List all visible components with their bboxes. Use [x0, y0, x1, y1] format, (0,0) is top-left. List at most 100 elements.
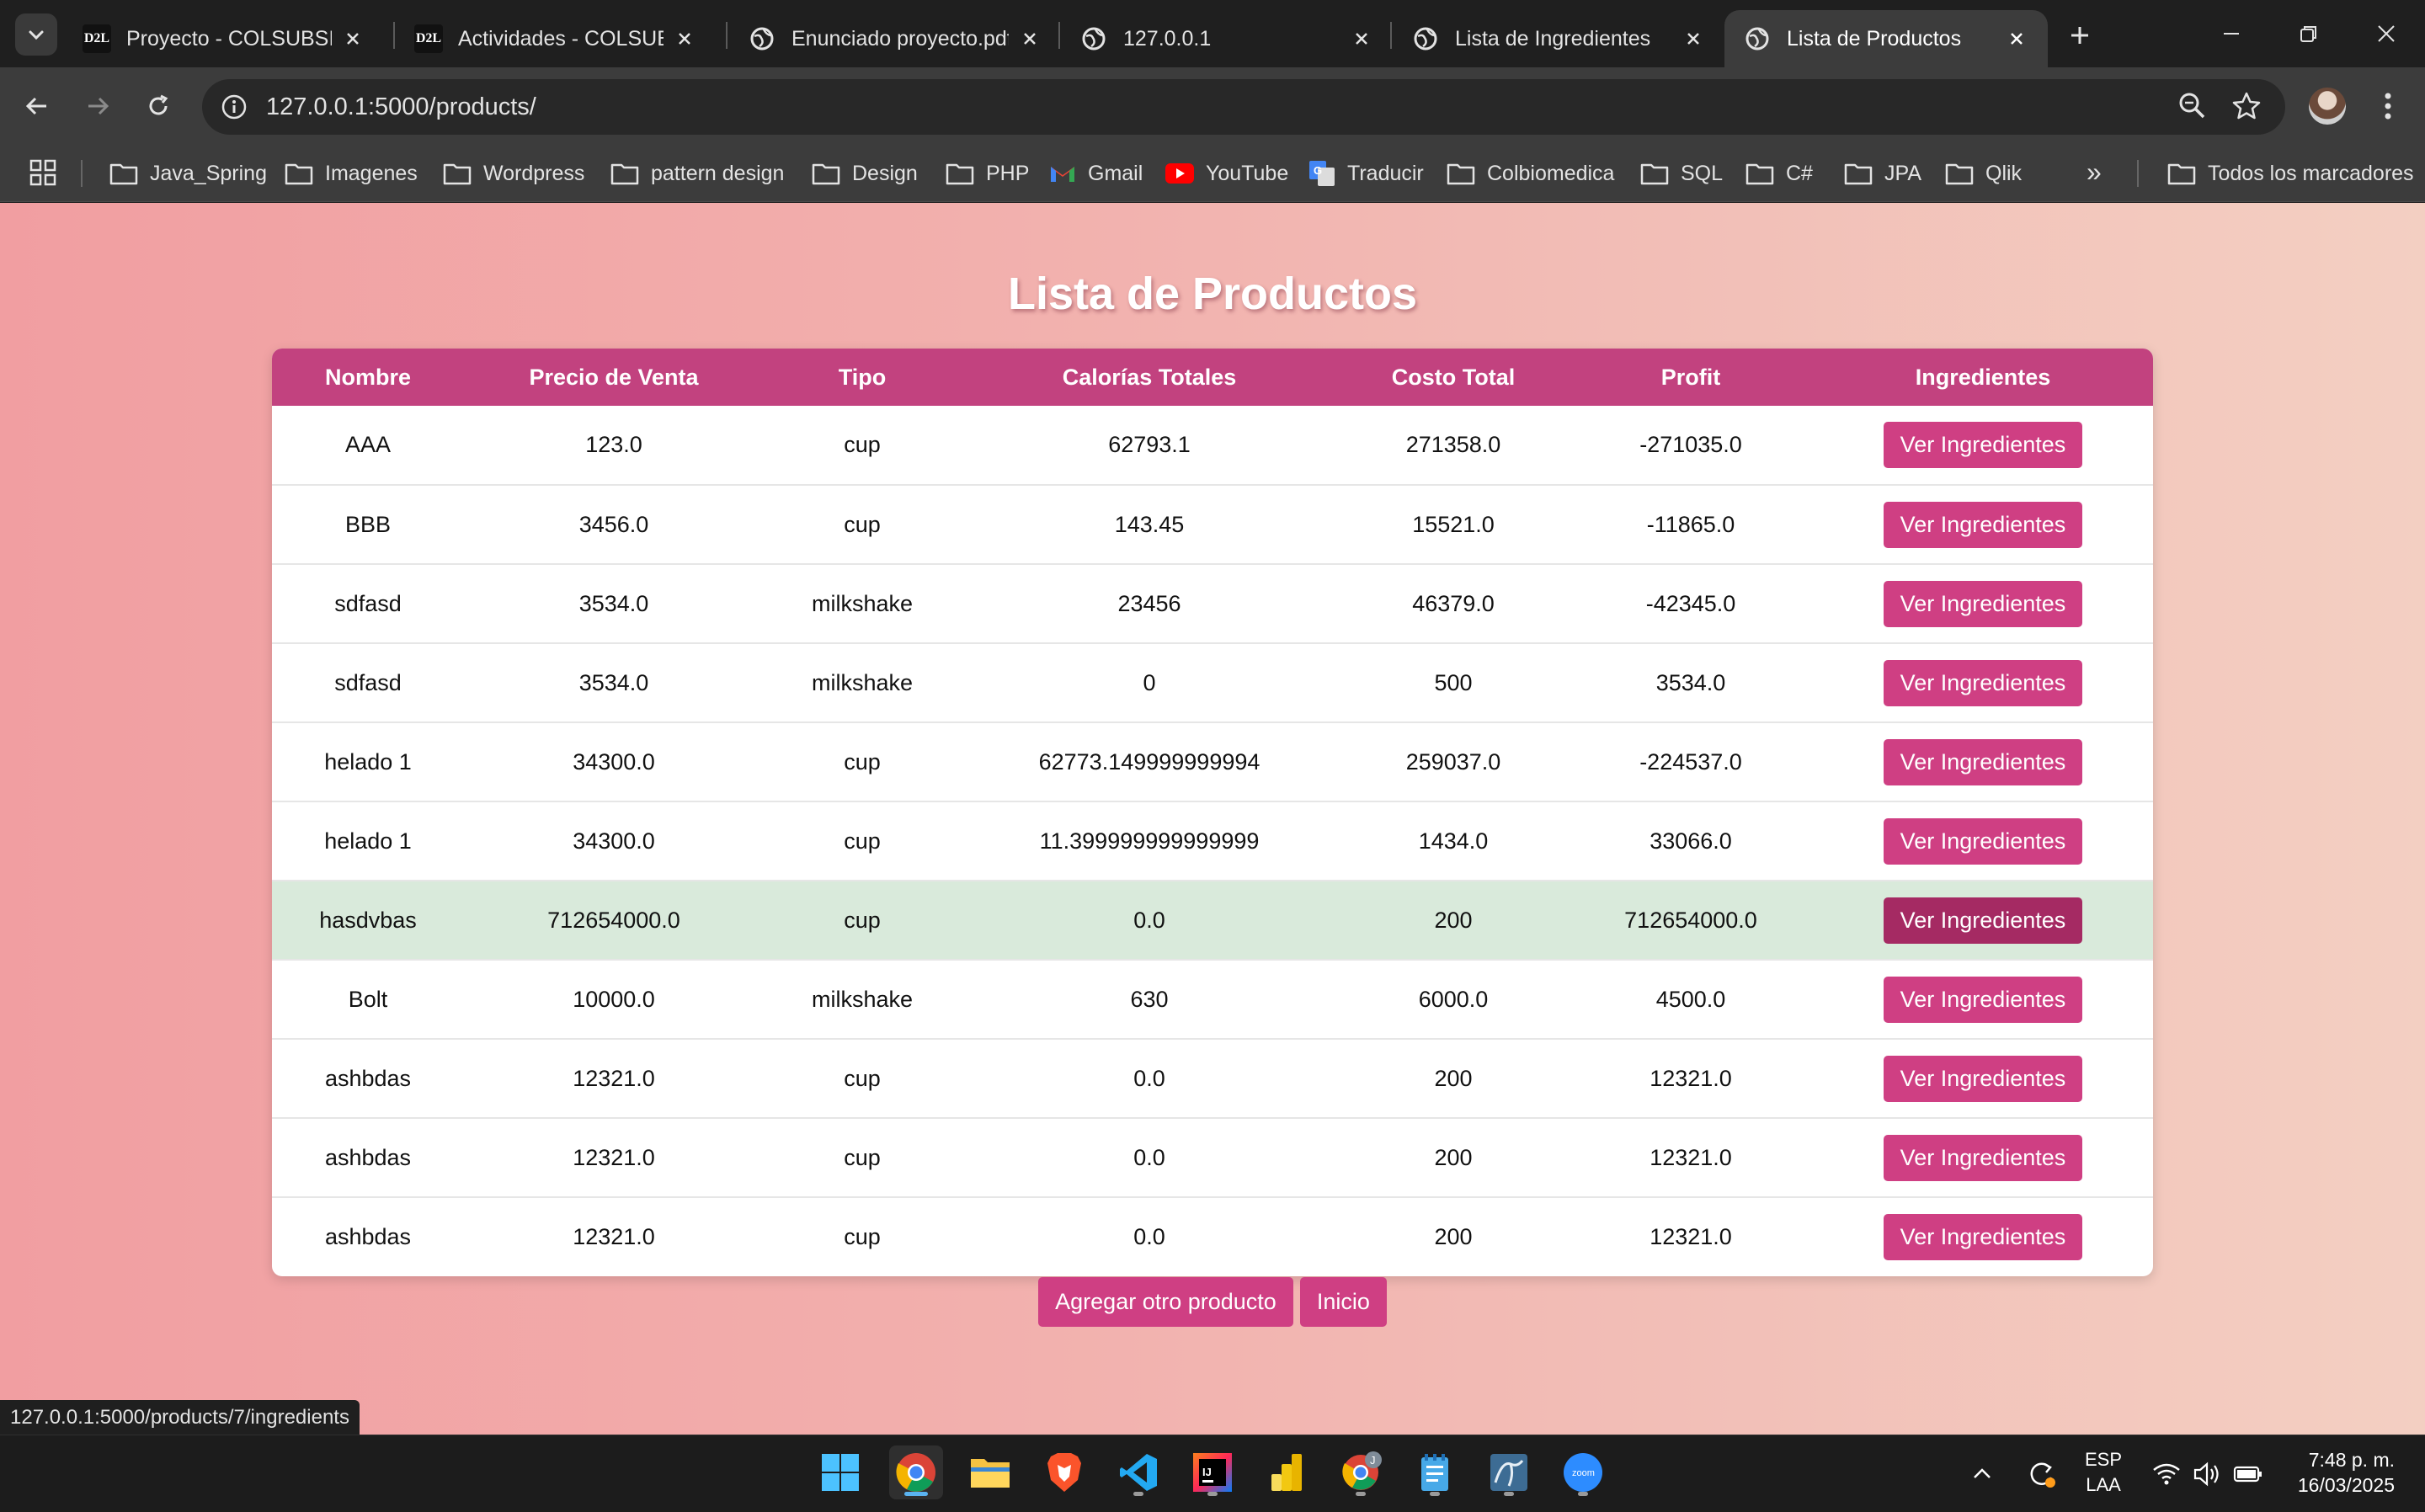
tab-lista-productos[interactable]: Lista de Productos [1724, 10, 2048, 67]
battery-icon[interactable] [2233, 1435, 2263, 1512]
table-row: BBB 3456.0 cup 143.45 15521.0 -11865.0 Ver Ing… [272, 485, 2153, 565]
back-button[interactable] [15, 84, 59, 128]
forward-button[interactable] [76, 84, 120, 128]
cell-nombre: AAA [272, 406, 464, 486]
bookmark-qlik[interactable]: Qlik [1945, 145, 2022, 202]
close-icon[interactable] [672, 26, 697, 51]
cell-profit: 3534.0 [1569, 643, 1813, 723]
folder-icon [1447, 162, 1475, 185]
home-button[interactable]: Inicio [1299, 1277, 1387, 1327]
view-ingredients-button[interactable]: Ver Ingredientes [1883, 659, 2083, 706]
update-sync-icon[interactable] [2024, 1435, 2058, 1512]
bookmark-colbiomedica[interactable]: Colbiomedica [1447, 145, 1614, 202]
svg-text:zoom: zoom [1572, 1468, 1595, 1478]
bookmark-csharp[interactable]: C# [1745, 145, 1813, 202]
apps-grid-icon[interactable] [29, 158, 57, 191]
tab-search-button[interactable] [15, 13, 57, 56]
close-icon[interactable] [1681, 26, 1706, 51]
translate-icon: G [1308, 160, 1335, 187]
view-ingredients-button[interactable]: Ver Ingredientes [1883, 1214, 2083, 1260]
tab-enunciado[interactable]: Enunciado proyecto.pdf [729, 10, 1061, 67]
show-hidden-icons-chevron-up-icon[interactable] [1970, 1435, 1994, 1512]
minimize-button[interactable] [2206, 12, 2257, 56]
bookmark-traducir[interactable]: G Traducir [1308, 145, 1424, 202]
site-info-icon[interactable] [216, 88, 253, 125]
wifi-icon[interactable] [2152, 1435, 2181, 1512]
reload-button[interactable] [136, 84, 180, 128]
address-bar[interactable]: 127.0.0.1:5000/products/ [202, 79, 2285, 135]
cell-precio: 34300.0 [464, 722, 764, 802]
bookmark-jpa[interactable]: JPA [1844, 145, 1921, 202]
cell-costo: 500 [1338, 643, 1569, 723]
more-bookmarks-button[interactable]: » [2087, 157, 2102, 188]
zoom-icon[interactable] [2177, 91, 2208, 125]
file-explorer-icon[interactable] [963, 1445, 1017, 1499]
new-tab-button[interactable] [2061, 17, 2098, 54]
windows-start-icon[interactable] [813, 1445, 867, 1499]
bookmark-youtube[interactable]: YouTube [1165, 145, 1288, 202]
close-icon[interactable] [340, 26, 365, 51]
tab-actividades[interactable]: D2L Actividades - COLSUBSIDIO [396, 10, 716, 67]
bookmark-pattern-design[interactable]: pattern design [610, 145, 784, 202]
view-ingredients-button[interactable]: Ver Ingredientes [1883, 1134, 2083, 1181]
folder-icon [109, 162, 138, 185]
power-bi-icon[interactable] [1260, 1445, 1314, 1499]
globe-icon [1743, 24, 1772, 53]
bookmark-gmail[interactable]: Gmail [1049, 145, 1143, 202]
bookmark-wordpress[interactable]: Wordpress [443, 145, 584, 202]
brave-icon[interactable] [1037, 1445, 1091, 1499]
view-ingredients-button[interactable]: Ver Ingredientes [1883, 422, 2083, 468]
vscode-icon[interactable] [1111, 1445, 1165, 1499]
url-text[interactable]: 127.0.0.1:5000/products/ [266, 93, 536, 121]
bookmark-design[interactable]: Design [812, 145, 918, 202]
mysql-workbench-icon[interactable] [1482, 1445, 1536, 1499]
zoom-icon[interactable]: zoom [1556, 1445, 1610, 1499]
view-ingredients-button[interactable]: Ver Ingredientes [1883, 1055, 2083, 1102]
table-row: ashbdas 12321.0 cup 0.0 200 12321.0 Ver Ingred… [272, 1197, 2153, 1276]
folder-icon [285, 162, 313, 185]
volume-icon[interactable] [2193, 1435, 2221, 1512]
chrome-profile-icon[interactable]: J [1334, 1445, 1388, 1499]
all-bookmarks-folder[interactable]: Todos los marcadores [2167, 145, 2414, 202]
bookmark-java-spring[interactable]: Java_Spring [109, 145, 267, 202]
clock-time: 7:48 p. m. [2308, 1449, 2395, 1471]
cell-calorias: 62793.1 [961, 406, 1338, 486]
input-language-indicator[interactable]: ESP LAA [2085, 1447, 2122, 1498]
close-window-button[interactable] [2361, 12, 2412, 56]
cell-ingredientes: Ver Ingredientes [1813, 722, 2153, 802]
cell-costo: 15521.0 [1338, 485, 1569, 565]
cell-precio: 123.0 [464, 406, 764, 486]
youtube-icon [1165, 163, 1194, 184]
column-header-costo: Costo Total [1338, 349, 1569, 406]
view-ingredients-button[interactable]: Ver Ingredientes [1883, 976, 2083, 1023]
cell-nombre: BBB [272, 485, 464, 565]
notepad-icon[interactable] [1408, 1445, 1462, 1499]
view-ingredients-button[interactable]: Ver Ingredientes [1883, 738, 2083, 785]
folder-icon [1745, 162, 1774, 185]
add-product-button[interactable]: Agregar otro producto [1038, 1277, 1293, 1327]
tab-proyecto[interactable]: D2L Proyecto - COLSUBSIDIO [64, 10, 384, 67]
view-ingredients-button[interactable]: Ver Ingredientes [1883, 580, 2083, 627]
profile-avatar[interactable] [2309, 88, 2346, 125]
restore-button[interactable] [2284, 12, 2334, 56]
system-clock[interactable]: 7:48 p. m. 16/03/2025 [2298, 1447, 2395, 1498]
bookmark-php[interactable]: PHP [946, 145, 1029, 202]
svg-text:G: G [1314, 164, 1322, 177]
bookmarks-bar: Java_Spring Imagenes Wordpress pattern d… [0, 145, 2425, 202]
bookmark-sql[interactable]: SQL [1640, 145, 1723, 202]
menu-kebab-icon[interactable] [2378, 89, 2398, 123]
intellij-icon[interactable]: IJ [1186, 1445, 1239, 1499]
chrome-icon[interactable] [889, 1445, 943, 1499]
view-ingredients-button[interactable]: Ver Ingredientes [1883, 501, 2083, 548]
close-icon[interactable] [1017, 26, 1042, 51]
view-ingredients-button[interactable]: Ver Ingredientes [1883, 817, 2083, 865]
bookmark-star-icon[interactable] [2230, 89, 2263, 127]
view-ingredients-button[interactable]: Ver Ingredientes [1883, 897, 2083, 944]
tab-localhost[interactable]: 127.0.0.1 [1061, 10, 1393, 67]
tab-lista-ingredientes[interactable]: Lista de Ingredientes [1393, 10, 1724, 67]
close-icon[interactable] [2004, 26, 2029, 51]
cell-nombre: helado 1 [272, 722, 464, 802]
page-title: Lista de Productos [1007, 269, 1418, 319]
bookmark-imagenes[interactable]: Imagenes [285, 145, 418, 202]
close-icon[interactable] [1349, 26, 1374, 51]
